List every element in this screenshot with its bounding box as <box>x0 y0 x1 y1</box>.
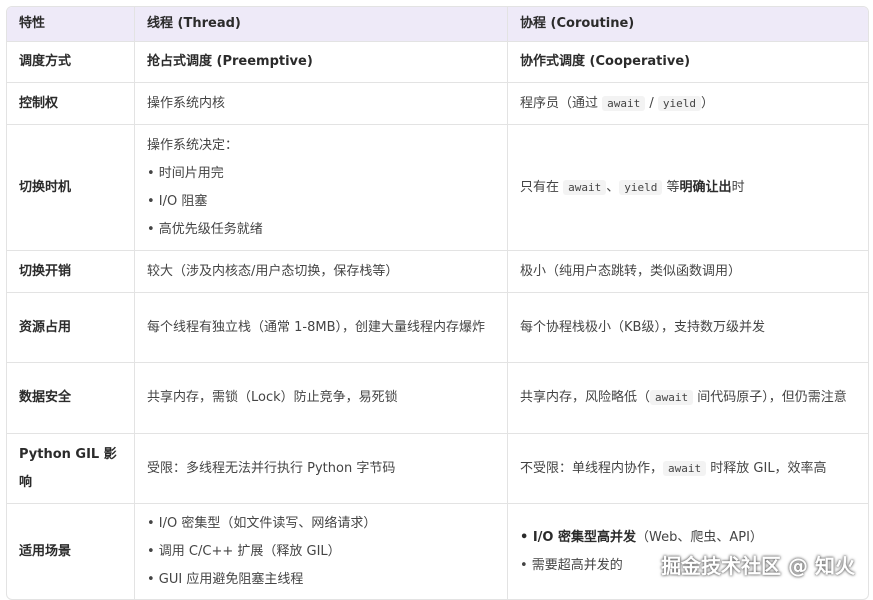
header-thread: 线程 (Thread) <box>135 7 508 41</box>
table-row: 切换时机 操作系统决定： • 时间片用完 • I/O 阻塞 • 高优先级任务就绪… <box>7 124 868 250</box>
coroutine-text: 只有在 <box>520 180 563 195</box>
feature-cell: 控制权 <box>7 83 135 124</box>
thread-cell: 共享内存，需锁（Lock）防止竞争，易死锁 <box>135 363 508 433</box>
thread-cell: 较大（涉及内核态/用户态切换，保存栈等） <box>135 251 508 292</box>
comparison-table: 特性 线程 (Thread) 协程 (Coroutine) 调度方式 抢占式调度… <box>6 6 869 600</box>
coroutine-text: （Web、爬虫、API） <box>636 530 763 545</box>
table-row: Python GIL 影响 受限：多线程无法并行执行 Python 字节码 不受… <box>7 433 868 503</box>
thread-cell: 操作系统内核 <box>135 83 508 124</box>
coroutine-text: 不受限：单线程内协作， <box>520 461 663 476</box>
table-row: 数据安全 共享内存，需锁（Lock）防止竞争，易死锁 共享内存，风险略低（awa… <box>7 362 868 433</box>
table-row: 资源占用 每个线程有独立栈（通常 1-8MB），创建大量线程内存爆炸 每个协程栈… <box>7 292 868 362</box>
code-yield: yield <box>619 180 662 195</box>
thread-cell: 受限：多线程无法并行执行 Python 字节码 <box>135 434 508 503</box>
header-coroutine: 协程 (Coroutine) <box>508 7 866 41</box>
coroutine-text: 时 <box>732 180 745 195</box>
code-await: await <box>663 461 706 476</box>
coroutine-bold: 明确让出 <box>680 180 732 195</box>
coroutine-text: 共享内存，风险略低（ <box>520 390 650 405</box>
thread-cell: 抢占式调度 (Preemptive) <box>135 42 508 82</box>
list-item: • 时间片用完 <box>147 160 495 188</box>
feature-cell: 适用场景 <box>7 504 135 599</box>
coroutine-cell: 不受限：单线程内协作，await 时释放 GIL，效率高 <box>508 434 866 503</box>
coroutine-cell: 只有在 await、yield 等明确让出时 <box>508 125 866 250</box>
thread-cell: 每个线程有独立栈（通常 1-8MB），创建大量线程内存爆炸 <box>135 293 508 362</box>
coroutine-text: ） <box>701 96 714 111</box>
coroutine-bold: • I/O 密集型高并发 <box>520 530 636 545</box>
table-row: 控制权 操作系统内核 程序员（通过 await / yield） <box>7 82 868 124</box>
code-await: await <box>650 390 693 405</box>
feature-cell: 切换开销 <box>7 251 135 292</box>
coroutine-cell: 共享内存，风险略低（await 间代码原子），但仍需注意 <box>508 363 866 433</box>
separator: 、 <box>606 180 619 195</box>
code-yield: yield <box>658 96 701 111</box>
coroutine-text: 时释放 GIL，效率高 <box>706 461 826 476</box>
code-await: await <box>563 180 606 195</box>
thread-cell: • I/O 密集型（如文件读写、网络请求） • 调用 C/C++ 扩展（释放 G… <box>135 504 508 599</box>
table-header-row: 特性 线程 (Thread) 协程 (Coroutine) <box>7 7 868 41</box>
coroutine-text: 间代码原子），但仍需注意 <box>693 390 847 405</box>
thread-intro: 操作系统决定： <box>147 132 495 160</box>
table-row: 切换开销 较大（涉及内核态/用户态切换，保存栈等） 极小（纯用户态跳转，类似函数… <box>7 250 868 292</box>
table-row: 调度方式 抢占式调度 (Preemptive) 协作式调度 (Cooperati… <box>7 41 868 82</box>
coroutine-cell: 程序员（通过 await / yield） <box>508 83 866 124</box>
list-item: • 高优先级任务就绪 <box>147 216 495 244</box>
coroutine-text: 程序员（通过 <box>520 96 602 111</box>
list-item: • 调用 C/C++ 扩展（释放 GIL） <box>147 538 495 566</box>
feature-cell: 调度方式 <box>7 42 135 82</box>
watermark: 掘金技术社区 @ 知火 <box>661 550 855 579</box>
coroutine-cell: 协作式调度 (Cooperative) <box>508 42 866 82</box>
feature-cell: 资源占用 <box>7 293 135 362</box>
header-feature: 特性 <box>7 7 135 41</box>
list-item: • I/O 密集型高并发（Web、爬虫、API） <box>520 524 854 552</box>
feature-cell: 切换时机 <box>7 125 135 250</box>
coroutine-text: 等 <box>662 180 679 195</box>
feature-cell: 数据安全 <box>7 363 135 433</box>
thread-cell: 操作系统决定： • 时间片用完 • I/O 阻塞 • 高优先级任务就绪 <box>135 125 508 250</box>
code-await: await <box>602 96 645 111</box>
list-item: • GUI 应用避免阻塞主线程 <box>147 566 495 594</box>
coroutine-cell: 每个协程栈极小（KB级），支持数万级并发 <box>508 293 866 362</box>
list-item: • I/O 密集型（如文件读写、网络请求） <box>147 510 495 538</box>
coroutine-cell: 极小（纯用户态跳转，类似函数调用） <box>508 251 866 292</box>
feature-cell: Python GIL 影响 <box>7 434 135 503</box>
separator: / <box>645 96 658 111</box>
list-item: • I/O 阻塞 <box>147 188 495 216</box>
